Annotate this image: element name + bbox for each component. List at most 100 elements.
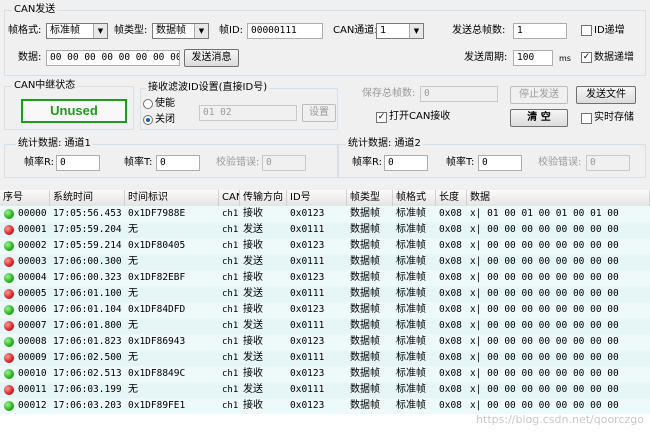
table-cell: 17:06:01.100 [53,288,122,299]
stats2-frame-rate-t-label: 帧率T: [446,157,475,168]
data-input[interactable]: 00 00 00 00 00 00 00 00 [46,50,180,66]
data-increment-label: 数据递增 [594,52,634,63]
column-header[interactable]: 帧类型 [347,190,393,206]
id-increment-label: ID递增 [594,25,625,36]
table-cell: 00006 [18,304,47,315]
table-cell: ch1 [222,273,239,283]
table-cell: 00012 [18,400,47,411]
period-input[interactable]: 100 [513,50,553,66]
table-cell: 数据帧 [350,272,380,283]
table-cell: x| 00 00 00 00 00 00 00 00 [470,256,619,267]
message-table[interactable]: 序号系统时间时间标识CAN通道传输方向ID号帧类型帧格式长度数据 00000 17… [0,190,650,432]
channel-select[interactable]: 1 ▼ [376,23,424,39]
column-header[interactable]: 传输方向 [240,190,287,206]
table-cell: 发送 [243,288,263,299]
send-file-button[interactable]: 发送文件 [576,86,636,104]
table-cell: x| 00 00 00 00 00 00 00 00 [470,272,619,283]
table-cell: ch1 [222,353,239,363]
table-row[interactable]: 00000 17:05:56.453 0x1DF7988E ch1 接收 0x0123 数据… [0,206,650,222]
table-cell: 0x08 [439,400,462,411]
table-cell: x| 00 00 00 00 00 00 00 00 [470,224,619,235]
receive-status-icon [4,209,14,219]
table-cell: 数据帧 [350,320,380,331]
table-cell: 0x0111 [290,320,325,331]
realtime-save-checkbox[interactable] [581,113,592,124]
send-status-icon [4,225,14,235]
stats1-frame-rate-r-label: 帧率R: [24,157,55,168]
table-cell: 0x0111 [290,352,325,363]
table-cell: 00009 [18,352,47,363]
table-cell: 标准帧 [396,256,426,267]
table-cell: ch1 [222,321,239,331]
table-cell: 标准帧 [396,208,426,219]
frame-id-input[interactable]: 00000111 [247,23,323,39]
frame-format-select[interactable]: 标准帧 ▼ [46,23,108,39]
send-message-button[interactable]: 发送消息 [184,49,239,67]
filter-title: 接收滤波ID设置(直接ID号) [146,82,270,94]
table-cell: 17:06:01.800 [53,320,122,331]
column-header[interactable]: 数据 [467,190,650,206]
column-header[interactable]: CAN通道 [219,190,240,206]
table-row[interactable]: 00012 17:06:03.203 0x1DF89FE1 ch1 接收 0x0123 数据… [0,398,650,414]
receive-status-icon [4,305,14,315]
receive-status-icon [4,273,14,283]
send-status-icon [4,257,14,267]
table-cell: 数据帧 [350,336,380,347]
table-row[interactable]: 00005 17:06:01.100 无 ch1 发送 0x0111 数据帧 标准帧 0x08 x… [0,286,650,302]
table-row[interactable]: 00010 17:06:02.513 0x1DF8849C ch1 接收 0x0123 数据… [0,366,650,382]
frame-type-select[interactable]: 数据帧 ▼ [152,23,209,39]
id-increment-checkbox[interactable] [581,25,592,36]
table-cell: 无 [128,352,138,363]
stats1-frame-rate-t-input: 0 [156,155,200,171]
column-header[interactable]: 时间标识 [125,190,219,206]
saved-frames-label: 保存总帧数: [362,88,416,99]
column-header[interactable]: 序号 [0,190,50,206]
stop-send-button[interactable]: 停止发送 [510,86,568,104]
filter-set-button[interactable]: 设置 [302,104,336,122]
table-cell: 数据帧 [350,368,380,379]
data-label: 数据: [18,52,42,63]
column-header[interactable]: ID号 [287,190,347,206]
table-cell: 标准帧 [396,352,426,363]
column-header[interactable]: 系统时间 [50,190,125,206]
table-cell: 0x0123 [290,400,325,411]
table-cell: 17:05:59.214 [53,240,122,251]
table-cell: 00007 [18,320,47,331]
table-row[interactable]: 00001 17:05:59.204 无 ch1 发送 0x0111 数据帧 标准帧 0x08 x… [0,222,650,238]
table-cell: 0x1DF86943 [128,336,186,347]
table-cell: 发送 [243,352,263,363]
table-cell: 00008 [18,336,47,347]
table-cell: 0x08 [439,352,462,363]
filter-enable-radio[interactable] [143,99,153,109]
receive-status-icon [4,401,14,411]
table-row[interactable]: 00009 17:06:02.500 无 ch1 发送 0x0111 数据帧 标准帧 0x08 x… [0,350,650,366]
table-cell: 0x08 [439,288,462,299]
table-cell: 0x08 [439,384,462,395]
table-cell: ch1 [222,241,239,251]
table-cell: 标准帧 [396,320,426,331]
column-header[interactable]: 帧格式 [393,190,436,206]
table-row[interactable]: 00002 17:05:59.214 0x1DF80405 ch1 接收 0x0123 数据… [0,238,650,254]
chevron-down-icon: ▼ [409,24,423,38]
table-cell: 发送 [243,320,263,331]
table-cell: 00000 [18,208,47,219]
relay-status-indicator: Unused [21,99,127,123]
table-cell: ch1 [222,209,239,219]
table-cell: x| 00 00 00 00 00 00 00 00 [470,384,619,395]
column-header[interactable]: 长度 [436,190,467,206]
table-row[interactable]: 00008 17:06:01.823 0x1DF86943 ch1 接收 0x0123 数据… [0,334,650,350]
table-cell: 0x0123 [290,240,325,251]
table-cell: ch1 [222,337,239,347]
data-increment-checkbox[interactable]: ✓ [581,52,592,63]
table-row[interactable]: 00003 17:06:00.300 无 ch1 发送 0x0111 数据帧 标准帧 0x08 x… [0,254,650,270]
table-row[interactable]: 00011 17:06:03.199 无 ch1 发送 0x0111 数据帧 标准帧 0x08 x… [0,382,650,398]
filter-ids-input[interactable]: 01 02 [199,105,297,121]
table-row[interactable]: 00004 17:06:00.323 0x1DF82EBF ch1 接收 0x0123 数据… [0,270,650,286]
clear-button[interactable]: 清 空 [510,109,568,127]
table-row[interactable]: 00007 17:06:01.800 无 ch1 发送 0x0111 数据帧 标准帧 0x08 x… [0,318,650,334]
open-receive-checkbox[interactable]: ✓ [376,112,387,123]
table-cell: 17:06:01.823 [53,336,122,347]
total-frames-input[interactable]: 1 [513,23,567,39]
table-row[interactable]: 00006 17:06:01.104 0x1DF84DFD ch1 接收 0x0123 数据… [0,302,650,318]
filter-disable-radio[interactable] [143,115,153,125]
